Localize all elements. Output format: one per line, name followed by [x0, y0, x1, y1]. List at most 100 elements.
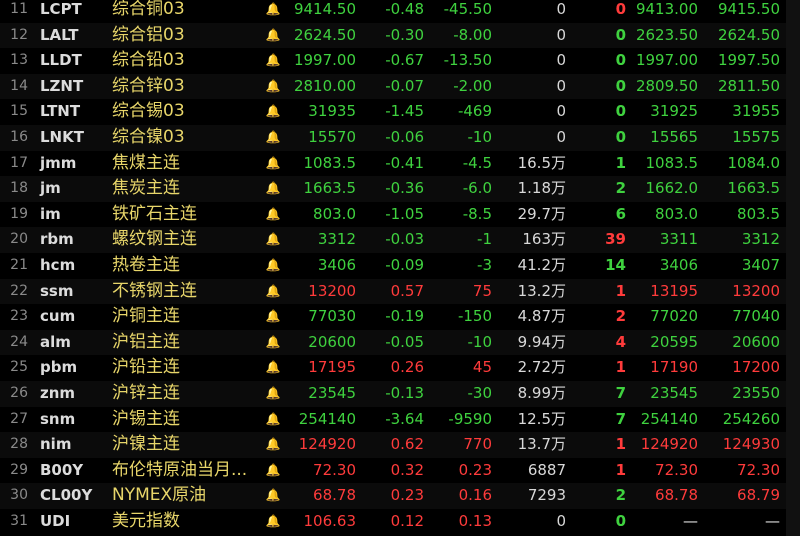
- bell-icon[interactable]: 🔔: [264, 330, 282, 356]
- table-row[interactable]: 24 alm 沪铝主连 🔔 20600 -0.05 -10 9.94万 4 20595 20600: [0, 329, 800, 356]
- bell-icon[interactable]: 🔔: [264, 151, 282, 177]
- change-amount: 45: [472, 358, 492, 377]
- table-row[interactable]: 23 cum 沪铜主连 🔔 77030 -0.19 -150 4.87万 2 77020 77040: [0, 304, 800, 330]
- change-percent: -0.05: [385, 332, 424, 351]
- ask-price: 3312: [741, 230, 780, 249]
- bid-price: 3311: [659, 230, 698, 249]
- table-row[interactable]: 22 ssm 不锈钢主连 🔔 13200 0.57 75 13.2万 1 13195 13200: [0, 278, 800, 305]
- change-amount: -10: [467, 332, 493, 351]
- row-index: 19: [10, 205, 28, 222]
- bell-icon[interactable]: 🔔: [264, 176, 282, 202]
- bell-icon[interactable]: 🔔: [264, 483, 282, 509]
- bell-icon[interactable]: 🔔: [264, 432, 282, 458]
- row-index: 30: [10, 487, 28, 504]
- bell-icon[interactable]: 🔔: [264, 99, 282, 125]
- table-row[interactable]: 15 LTNT 综合锡03 🔔 31935 -1.45 -469 0 0 31925 31955: [0, 99, 800, 125]
- change-percent: 0.62: [390, 435, 424, 454]
- table-row[interactable]: 16 LNKT 综合镍03 🔔 15570 -0.06 -10 0 0 15565 15575: [0, 125, 800, 151]
- last-price: 31935: [308, 102, 356, 121]
- volume: 8.99万: [517, 384, 566, 402]
- table-row[interactable]: 27 snm 沪锡主连 🔔 254140 -3.64 -9590 12.5万 7 254140 25…: [0, 407, 800, 433]
- instrument-name: 综合锡03: [112, 101, 185, 122]
- bell-icon[interactable]: 🔔: [264, 458, 282, 484]
- bid-price: 1662.0: [645, 179, 699, 198]
- last-price: 77030: [308, 307, 356, 326]
- bid-price: 17190: [650, 358, 698, 377]
- table-row[interactable]: 26 znm 沪锌主连 🔔 23545 -0.13 -30 8.99万 7 23545 23550: [0, 381, 800, 407]
- table-row[interactable]: 19 im 铁矿石主连 🔔 803.0 -1.05 -8.5 29.7万 6 803.0 803.5: [0, 202, 800, 228]
- row-index: 29: [10, 461, 28, 478]
- bell-icon[interactable]: 🔔: [264, 304, 282, 330]
- change-percent: 0.57: [390, 281, 424, 300]
- table-row[interactable]: 29 B00Y 布伦特原油当月... 🔔 72.30 0.32 0.23 6887 1 72.30…: [0, 458, 800, 484]
- symbol-code: cum: [40, 307, 76, 326]
- symbol-code: pbm: [40, 358, 78, 377]
- change-percent: -0.48: [385, 0, 424, 18]
- table-row[interactable]: 17 jmm 焦煤主连 🔔 1083.5 -0.41 -4.5 16.5万 1 1083.5 108…: [0, 151, 800, 177]
- change-percent: -0.36: [385, 179, 424, 198]
- bid-price: 1083.5: [645, 153, 699, 172]
- ask-price: —: [765, 512, 780, 530]
- volume: 12.5万: [517, 409, 566, 428]
- volume: 16.5万: [517, 153, 566, 172]
- bell-icon[interactable]: 🔔: [264, 74, 282, 100]
- last-price: 15570: [308, 128, 356, 146]
- change-percent: -0.06: [385, 128, 424, 146]
- table-row[interactable]: 14 LZNT 综合锌03 🔔 2810.00 -0.07 -2.00 0 0 2809.50 28…: [0, 73, 800, 100]
- ask-price: 2624.50: [717, 25, 780, 44]
- change-amount: 75: [472, 281, 492, 300]
- symbol-code: LCPT: [40, 0, 82, 18]
- bell-icon[interactable]: 🔔: [264, 253, 282, 279]
- current-volume: 0: [615, 512, 626, 530]
- volume: 0: [556, 0, 566, 18]
- change-amount: -4.5: [462, 153, 492, 172]
- bell-icon[interactable]: 🔔: [264, 48, 282, 74]
- table-row[interactable]: 18 jm 焦炭主连 🔔 1663.5 -0.36 -6.0 1.18万 2 1662.0 1663…: [0, 176, 800, 202]
- table-row[interactable]: 21 hcm 热卷主连 🔔 3406 -0.09 -3 41.2万 14 3406 3407: [0, 253, 800, 279]
- row-index: 31: [10, 513, 28, 529]
- bell-icon[interactable]: 🔔: [264, 509, 282, 535]
- current-volume: 0: [615, 25, 626, 44]
- bell-icon[interactable]: 🔔: [264, 202, 282, 228]
- instrument-name: 综合锌03: [112, 75, 185, 96]
- change-percent: 0.12: [390, 512, 424, 530]
- instrument-name: 沪锌主连: [112, 383, 180, 403]
- symbol-code: jmm: [40, 153, 77, 172]
- bid-price: 13195: [650, 281, 698, 300]
- symbol-code: nim: [40, 435, 72, 454]
- change-percent: 0.32: [390, 460, 424, 479]
- change-percent: -0.13: [385, 384, 424, 402]
- bid-price: 72.30: [655, 460, 698, 479]
- table-row[interactable]: 31 UDI 美元指数 🔔 106.63 0.12 0.13 0 0 — —: [0, 509, 800, 535]
- instrument-name: 焦炭主连: [112, 178, 180, 199]
- table-row[interactable]: 20 rbm 螺纹钢主连 🔔 3312 -0.03 -1 163万 39 3311 3312: [0, 227, 800, 253]
- change-percent: -0.03: [385, 230, 424, 249]
- last-price: 20600: [308, 332, 356, 351]
- current-volume: 0: [615, 76, 626, 95]
- table-row[interactable]: 13 LLDT 综合铅03 🔔 1997.00 -0.67 -13.50 0 0 1997.00 1…: [0, 48, 800, 74]
- current-volume: 4: [615, 332, 626, 351]
- bell-icon[interactable]: 🔔: [264, 381, 282, 407]
- bell-icon[interactable]: 🔔: [264, 23, 282, 49]
- bell-icon[interactable]: 🔔: [264, 355, 282, 381]
- change-amount: -30: [467, 384, 493, 402]
- bell-icon[interactable]: 🔔: [264, 279, 282, 305]
- vertical-scrollbar[interactable]: [786, 0, 800, 536]
- change-amount: 0.16: [458, 486, 492, 505]
- bell-icon[interactable]: 🔔: [264, 125, 282, 151]
- table-row[interactable]: 12 LALT 综合铝03 🔔 2624.50 -0.30 -8.00 0 0 2623.50 26…: [0, 22, 800, 49]
- bell-icon[interactable]: 🔔: [264, 0, 282, 23]
- table-row[interactable]: 11 LCPT 综合铜03 🔔 9414.50 -0.48 -45.50 0 0 9413.00 9…: [0, 0, 800, 23]
- change-amount: -3: [477, 256, 492, 274]
- table-row[interactable]: 28 nim 沪镍主连 🔔 124920 0.62 770 13.7万 1 124920 12493…: [0, 432, 800, 458]
- table-row[interactable]: 30 CL00Y NYMEX原油 🔔 68.78 0.23 0.16 7293 2 68.78 68…: [0, 483, 800, 509]
- table-row[interactable]: 25 pbm 沪铅主连 🔔 17195 0.26 45 2.72万 1 17190 17200: [0, 355, 800, 381]
- current-volume: 1: [615, 435, 626, 454]
- bell-icon[interactable]: 🔔: [264, 407, 282, 433]
- bell-icon[interactable]: 🔔: [264, 227, 282, 253]
- ask-price: 77040: [732, 307, 780, 326]
- instrument-name: 综合铜03: [112, 0, 185, 19]
- last-price: 106.63: [303, 512, 357, 530]
- volume: 29.7万: [517, 204, 566, 223]
- change-percent: -0.30: [385, 25, 424, 44]
